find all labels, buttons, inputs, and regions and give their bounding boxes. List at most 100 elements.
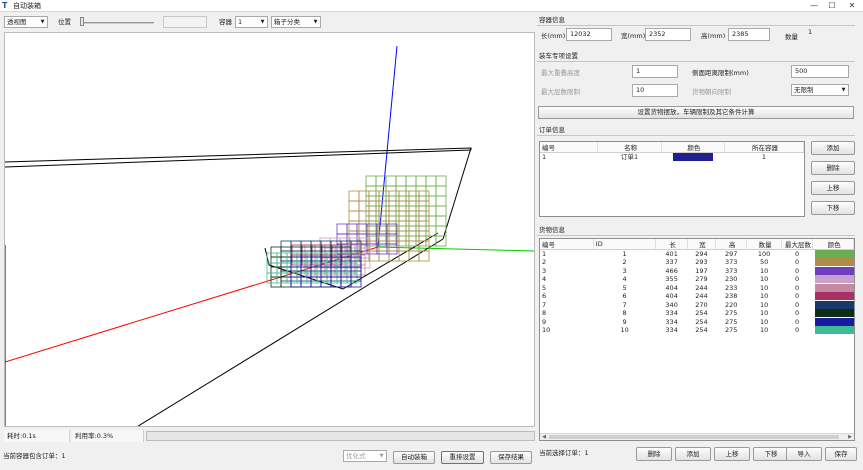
column-header[interactable]: 数量 — [746, 239, 782, 250]
goods-cell-no: 4 — [542, 275, 547, 284]
scrollbar-thumb[interactable] — [549, 435, 839, 439]
column-header[interactable]: 所在容器 — [724, 142, 804, 153]
goods-cell-l: 355 — [665, 275, 678, 284]
table-row[interactable]: 10 10 334 254 275 10 0 — [540, 326, 854, 335]
delete-goods-button[interactable]: 删除 — [636, 447, 672, 461]
position-slider-thumb[interactable] — [80, 17, 84, 26]
goods-cell-layers: 0 — [794, 309, 800, 318]
table-row[interactable]: 1 订单1 1 — [540, 153, 804, 161]
table-row[interactable]: 7 7 340 270 220 10 0 — [540, 300, 854, 310]
order-color — [661, 153, 724, 161]
delete-order-button[interactable]: 删除 — [811, 161, 855, 175]
box-wireframe — [340, 256, 352, 268]
table-row[interactable]: 1 1 401 294 297 100 0 — [540, 250, 854, 258]
table-row[interactable]: 8 8 334 254 275 10 0 — [540, 309, 854, 318]
mode-select[interactable]: 优化式 ▼ — [343, 450, 387, 462]
goods-cell-layers: 0 — [794, 300, 800, 309]
apply-settings-button[interactable]: 设置货物摆放，车辆限制及其它条件计算 — [538, 106, 854, 119]
goods-cell-layers: 0 — [794, 250, 800, 258]
move-down-order-button[interactable]: 下移 — [811, 201, 855, 215]
move-down-goods-button[interactable]: 下移 — [753, 447, 789, 461]
move-up-order-button[interactable]: 上移 — [811, 181, 855, 195]
chevron-down-icon: ▼ — [260, 19, 265, 25]
orders-table[interactable]: 编号 名称 颜色 所在容器 1 订单1 1 — [539, 141, 805, 217]
gap-label: 侧面距离限制(mm) — [692, 69, 749, 77]
container-select[interactable]: 1 ▼ — [235, 16, 268, 28]
goods-cell-layers: 0 — [794, 317, 800, 326]
box-wireframe — [415, 175, 427, 187]
box-wireframe — [280, 256, 292, 268]
goods-cell-w: 197 — [695, 266, 708, 275]
column-header[interactable]: 编号 — [540, 142, 599, 153]
goods-cell-layers: 0 — [794, 292, 800, 301]
box-wireframe — [336, 272, 348, 284]
goods-color — [813, 266, 854, 276]
close-icon[interactable]: ✕ — [841, 0, 863, 12]
minimize-icon[interactable]: — — [805, 0, 823, 12]
width-field[interactable]: 2352 — [645, 28, 691, 41]
goods-table[interactable]: 编号 ID 长宽高数量 最大层数 颜色 1 1 401 294 297 100 0 2 2 337 293 3… — [539, 238, 855, 441]
scroll-left-icon[interactable]: ◀ — [541, 434, 547, 440]
goods-cell-layers: 0 — [794, 266, 800, 275]
window-controls: — ☐ ✕ — [805, 0, 863, 12]
scroll-right-icon[interactable]: ▶ — [847, 434, 853, 440]
goods-cell-w: 244 — [695, 283, 708, 292]
group-mode-select[interactable]: 箱子分类 ▼ — [271, 16, 321, 28]
add-order-button[interactable]: 添加 — [811, 141, 855, 155]
3d-viewport[interactable] — [4, 32, 535, 427]
goods-color — [813, 326, 854, 335]
box-wireframe — [340, 240, 352, 252]
gap-field[interactable]: 500 — [791, 65, 849, 78]
goods-cell-no: 1 — [542, 250, 547, 258]
table-row[interactable]: 2 2 337 293 373 50 0 — [540, 258, 854, 267]
goods-horizontal-scrollbar[interactable]: ◀ ▶ — [540, 433, 854, 440]
table-row[interactable]: 3 3 466 197 373 10 0 — [540, 266, 854, 276]
goods-title: 货物信息 — [539, 226, 565, 234]
column-header[interactable]: 最大层数 — [781, 239, 814, 250]
column-header[interactable]: 颜色 — [812, 239, 854, 250]
chevron-down-icon: ▼ — [379, 453, 384, 459]
column-header[interactable]: 宽 — [687, 239, 717, 250]
orientation-select[interactable]: 无限制 ▼ — [791, 84, 849, 96]
box-wireframe — [330, 266, 342, 278]
table-row[interactable]: 9 9 334 254 275 10 0 — [540, 317, 854, 327]
max-layers-label: 最大层数限制 — [541, 88, 580, 96]
manual-settings-button[interactable]: 重排设置 — [441, 451, 484, 464]
box-wireframe — [350, 240, 362, 252]
length-field[interactable]: 12032 — [566, 28, 612, 41]
position-slider[interactable] — [80, 22, 154, 24]
goods-cell-h: 297 — [724, 250, 738, 258]
table-row[interactable]: 6 6 404 244 238 10 0 — [540, 292, 854, 301]
table-row[interactable]: 4 4 355 279 230 10 0 — [540, 275, 854, 284]
max-stack-field[interactable]: 1 — [632, 65, 678, 78]
column-header[interactable]: 名称 — [597, 142, 662, 153]
save-result-button[interactable]: 保存结果 — [490, 451, 532, 464]
add-goods-button[interactable]: 添加 — [675, 447, 711, 461]
auto-pack-button[interactable]: 自动装箱 — [393, 451, 435, 464]
box-wireframe — [350, 276, 362, 288]
box-wireframe — [290, 240, 302, 252]
goods-cell-l: 404 — [665, 283, 678, 292]
column-header[interactable]: 长 — [655, 239, 688, 250]
goods-color — [813, 292, 854, 301]
box-wireframe — [378, 250, 390, 262]
box-wireframe — [320, 246, 332, 258]
column-header[interactable]: 高 — [715, 239, 748, 250]
max-layers-field[interactable]: 10 — [632, 84, 678, 97]
column-header[interactable]: ID — [593, 239, 657, 250]
save-goods-button[interactable]: 保存 — [825, 447, 857, 461]
goods-cell-w: 279 — [695, 275, 708, 284]
height-field[interactable]: 2385 — [728, 28, 770, 41]
column-header[interactable]: 颜色 — [661, 142, 725, 153]
goods-cell-w: 244 — [695, 292, 708, 301]
table-row[interactable]: 5 5 404 244 233 10 0 — [540, 283, 854, 293]
length-label: 长(mm) — [541, 32, 566, 40]
box-wireframe — [385, 175, 397, 187]
import-goods-button[interactable]: 导入 — [786, 447, 822, 461]
position-value-box[interactable] — [163, 16, 207, 28]
maximize-icon[interactable]: ☐ — [823, 0, 841, 12]
column-header[interactable]: 编号 — [540, 239, 594, 250]
move-up-goods-button[interactable]: 上移 — [714, 447, 750, 461]
box-wireframe — [280, 246, 292, 258]
view-mode-select[interactable]: 透视图 ▼ — [4, 16, 48, 28]
